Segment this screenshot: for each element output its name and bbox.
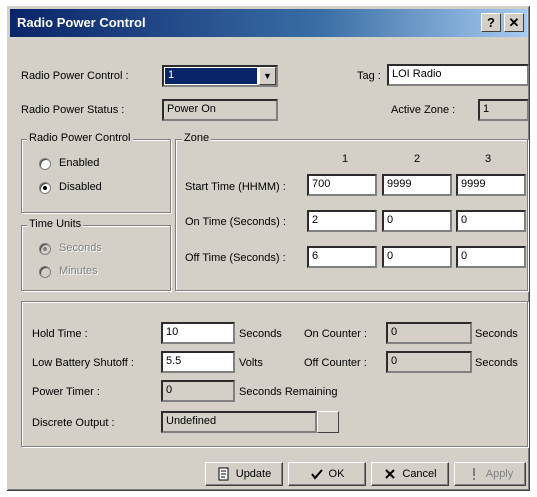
- on-counter-field: 0: [386, 322, 472, 344]
- radio-power-status-label: Radio Power Status :: [21, 104, 125, 116]
- seconds-label: Seconds: [59, 242, 102, 254]
- power-timer-field: 0: [161, 380, 235, 402]
- power-timer-unit: Seconds Remaining: [239, 386, 338, 398]
- discrete-output-browse-button[interactable]: [317, 411, 339, 433]
- document-update-icon: [217, 467, 231, 481]
- start-time-zone1-input[interactable]: 700: [307, 174, 377, 196]
- off-time-label: Off Time (Seconds) :: [185, 252, 286, 264]
- time-units-group: [21, 225, 171, 291]
- help-button[interactable]: ?: [481, 13, 501, 32]
- hold-time-unit: Seconds: [239, 328, 282, 340]
- time-units-group-title: Time Units: [27, 218, 84, 230]
- low-battery-shutoff-input[interactable]: 5.5: [161, 351, 235, 373]
- ok-button[interactable]: OK: [288, 462, 366, 486]
- exclamation-icon: [467, 467, 481, 481]
- enabled-radio[interactable]: [39, 158, 51, 170]
- tag-input[interactable]: LOI Radio: [387, 64, 529, 86]
- on-time-zone3-input[interactable]: 0: [456, 210, 526, 232]
- zone-column-3: 3: [485, 153, 492, 165]
- off-counter-unit: Seconds: [475, 357, 518, 369]
- cancel-button-label: Cancel: [402, 468, 437, 480]
- radio-power-control-dialog: Radio Power Control ? ✕ Radio Power Cont…: [6, 5, 531, 492]
- radio-power-control-group: [21, 139, 171, 213]
- apply-button[interactable]: Apply: [454, 462, 526, 486]
- disabled-radio[interactable]: [39, 182, 51, 194]
- hold-time-input[interactable]: 10: [161, 322, 235, 344]
- chevron-down-icon[interactable]: ▼: [259, 67, 276, 85]
- disabled-label: Disabled: [59, 181, 102, 193]
- off-time-zone3-input[interactable]: 0: [456, 246, 526, 268]
- enabled-label: Enabled: [59, 157, 100, 169]
- ok-button-label: OK: [328, 468, 345, 480]
- zone-group-title: Zone: [182, 132, 212, 144]
- minutes-radio[interactable]: [39, 266, 51, 278]
- active-zone-field: 1: [478, 99, 529, 121]
- on-time-zone1-input[interactable]: 2: [307, 210, 377, 232]
- update-button-label: Update: [235, 468, 272, 480]
- on-time-label: On Time (Seconds) :: [185, 216, 286, 228]
- radio-power-control-selected: 1: [165, 68, 257, 84]
- title-bar[interactable]: Radio Power Control ? ✕: [10, 9, 527, 37]
- radio-power-control-label: Radio Power Control :: [21, 70, 129, 82]
- zone-column-1: 1: [342, 153, 349, 165]
- off-time-zone2-input[interactable]: 0: [382, 246, 452, 268]
- update-button[interactable]: Update: [205, 462, 283, 486]
- radio-power-control-combo[interactable]: 1 ▼: [162, 65, 278, 87]
- on-counter-unit: Seconds: [475, 328, 518, 340]
- discrete-output-field: Undefined: [161, 411, 317, 433]
- start-time-zone2-input[interactable]: 9999: [382, 174, 452, 196]
- hold-time-label: Hold Time :: [32, 328, 88, 340]
- radio-power-control-group-title: Radio Power Control: [27, 132, 133, 144]
- low-battery-shutoff-label: Low Battery Shutoff :: [32, 357, 134, 369]
- on-counter-label: On Counter :: [304, 328, 367, 340]
- off-time-zone1-input[interactable]: 6: [307, 246, 377, 268]
- on-time-zone2-input[interactable]: 0: [382, 210, 452, 232]
- radio-power-status-field: Power On: [162, 99, 278, 121]
- discrete-output-label: Discrete Output :: [32, 417, 115, 429]
- active-zone-label: Active Zone :: [391, 104, 456, 116]
- window-title: Radio Power Control: [17, 15, 146, 30]
- start-time-zone3-input[interactable]: 9999: [456, 174, 526, 196]
- off-counter-field: 0: [386, 351, 472, 373]
- tag-label: Tag :: [357, 70, 381, 82]
- cancel-button[interactable]: Cancel: [371, 462, 449, 486]
- start-time-label: Start Time (HHMM) :: [185, 181, 286, 193]
- checkmark-icon: [310, 467, 324, 481]
- zone-column-2: 2: [414, 153, 421, 165]
- power-timer-label: Power Timer :: [32, 386, 100, 398]
- low-battery-unit: Volts: [239, 357, 263, 369]
- apply-button-label: Apply: [485, 468, 514, 480]
- minutes-label: Minutes: [59, 265, 98, 277]
- x-cancel-icon: [383, 467, 397, 481]
- close-button[interactable]: ✕: [504, 13, 524, 32]
- seconds-radio[interactable]: [39, 243, 51, 255]
- off-counter-label: Off Counter :: [304, 357, 367, 369]
